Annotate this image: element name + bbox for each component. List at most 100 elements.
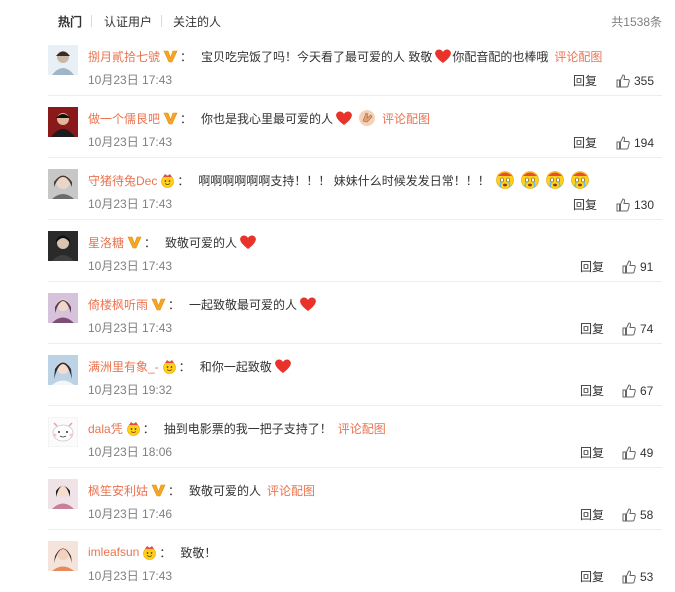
- comment-item: 守猪待兔Dec ： 啊啊啊啊啊啊支持！！！ 妹妹什么时候发发日常！！！ 10月2…: [0, 158, 675, 220]
- thumbs-up-icon: [616, 198, 630, 212]
- verified-v-icon[interactable]: [127, 235, 142, 250]
- colon: ：: [168, 483, 181, 498]
- like-button[interactable]: 67: [622, 383, 653, 399]
- thumbs-up-icon: [622, 260, 636, 274]
- crown-face-badge-icon[interactable]: [142, 545, 157, 560]
- comment-picture-link[interactable]: 评论配图: [338, 420, 386, 437]
- like-count: 49: [640, 446, 654, 460]
- avatar[interactable]: [48, 479, 78, 509]
- like-button[interactable]: 74: [622, 321, 653, 337]
- comment-item: dala凭 ： 抽到电影票的我一把子支持了！ 评论配图 10月23日 18:06…: [0, 406, 675, 468]
- like-button[interactable]: 355: [616, 73, 654, 89]
- username[interactable]: 满洲里有象_-: [88, 358, 159, 375]
- comment-item: 满洲里有象_- ： 和你一起致敬 10月23日 19:32 回复 67: [0, 344, 675, 406]
- colon: ：: [142, 421, 155, 436]
- reply-button[interactable]: 回复: [580, 382, 604, 399]
- avatar[interactable]: [48, 45, 78, 75]
- username[interactable]: 倚楼枫听雨: [88, 296, 148, 313]
- comment-text: 致敬可爱的人: [189, 483, 262, 498]
- comment-text: 和你一起致敬: [199, 359, 272, 374]
- reply-button[interactable]: 回复: [580, 258, 604, 275]
- verified-v-icon[interactable]: [151, 297, 166, 312]
- tab-divider: [91, 15, 92, 27]
- comment-picture-link[interactable]: 评论配图: [382, 110, 430, 127]
- comment-item: 枫笙安利姑 ： 致敬可爱的人 评论配图 10月23日 17:46 回复 58: [0, 468, 675, 530]
- comment-text: 啊啊啊啊啊啊支持！！！ 妹妹什么时候发发日常！！！: [198, 173, 490, 188]
- like-count: 58: [640, 508, 654, 522]
- tab-hot[interactable]: 热门: [58, 13, 82, 30]
- reply-button[interactable]: 回复: [573, 196, 597, 213]
- username[interactable]: 枫笙安利姑: [88, 482, 148, 499]
- comment-time: 10月23日 17:46: [88, 507, 173, 521]
- crying-face-emoji-icon: [520, 170, 540, 190]
- reply-button[interactable]: 回复: [580, 444, 604, 461]
- colon: ：: [144, 235, 157, 250]
- like-count: 74: [640, 322, 654, 336]
- reply-button[interactable]: 回复: [580, 568, 604, 585]
- like-count: 91: [640, 260, 654, 274]
- red-heart-icon: [434, 48, 452, 64]
- avatar[interactable]: [48, 293, 78, 323]
- username[interactable]: 守猪待兔Dec: [88, 172, 157, 189]
- avatar[interactable]: [48, 541, 78, 571]
- verified-v-icon[interactable]: [163, 111, 178, 126]
- verified-v-icon[interactable]: [151, 483, 166, 498]
- tab-divider: [161, 15, 162, 27]
- like-button[interactable]: 91: [622, 259, 653, 275]
- comment-text: 宝贝吃完饭了吗！今天看了最可爱的人 致敬: [201, 49, 433, 64]
- comment-item: 星洛糖 ： 致敬可爱的人 10月23日 17:43 回复 91: [0, 220, 675, 282]
- comment-time: 10月23日 17:43: [88, 135, 173, 149]
- comment-text: 你也是我心里最可爱的人: [201, 111, 334, 126]
- avatar[interactable]: [48, 169, 78, 199]
- colon: ：: [159, 545, 172, 560]
- username[interactable]: imleafsun: [88, 545, 139, 559]
- tab-verified-users[interactable]: 认证用户: [104, 13, 152, 30]
- comment-time: 10月23日 19:32: [88, 383, 173, 397]
- comment-total-count: 共1538条: [611, 15, 662, 29]
- comment-time: 10月23日 17:43: [88, 321, 173, 335]
- comment-picture-link[interactable]: 评论配图: [554, 48, 602, 65]
- like-button[interactable]: 53: [622, 569, 653, 585]
- like-count: 194: [634, 136, 655, 150]
- comment-item: 做一个儒艮吧 ： 你也是我心里最可爱的人 评论配图 10月23日 17:43 回…: [0, 96, 675, 158]
- comment-text: 致敬！: [180, 545, 217, 560]
- red-heart-icon: [274, 358, 292, 374]
- username[interactable]: dala凭: [88, 420, 123, 437]
- avatar[interactable]: [48, 231, 78, 261]
- thumbs-up-icon: [622, 446, 636, 460]
- comment-time: 10月23日 17:43: [88, 73, 173, 87]
- thumbs-up-icon: [622, 322, 636, 336]
- crying-face-emoji-icon: [570, 170, 590, 190]
- verified-v-icon[interactable]: [163, 49, 178, 64]
- avatar[interactable]: [48, 355, 78, 385]
- reply-button[interactable]: 回复: [580, 320, 604, 337]
- crown-face-badge-icon[interactable]: [162, 359, 177, 374]
- avatar[interactable]: [48, 417, 78, 447]
- username[interactable]: 捌月貳拾七號: [88, 48, 160, 65]
- red-heart-icon: [335, 110, 353, 126]
- crown-face-badge-icon[interactable]: [126, 421, 141, 436]
- like-count: 355: [634, 74, 655, 88]
- like-count: 67: [640, 384, 654, 398]
- comment-item: imleafsun ： 致敬！ 10月23日 17:43 回复 53: [0, 530, 675, 592]
- like-count: 53: [640, 570, 654, 584]
- reply-button[interactable]: 回复: [573, 72, 597, 89]
- like-button[interactable]: 49: [622, 445, 653, 461]
- comment-picture-link[interactable]: 评论配图: [267, 482, 315, 499]
- crying-face-emoji-icon: [545, 170, 565, 190]
- username[interactable]: 星洛糖: [88, 234, 124, 251]
- crown-face-badge-icon[interactable]: [160, 173, 175, 188]
- clapping-hands-icon: [358, 109, 376, 127]
- like-button[interactable]: 194: [616, 135, 654, 151]
- like-button[interactable]: 130: [616, 197, 654, 213]
- reply-button[interactable]: 回复: [573, 134, 597, 151]
- comment-time: 10月23日 17:43: [88, 569, 173, 583]
- reply-button[interactable]: 回复: [580, 506, 604, 523]
- avatar[interactable]: [48, 107, 78, 137]
- username[interactable]: 做一个儒艮吧: [88, 110, 160, 127]
- colon: ：: [180, 49, 193, 64]
- like-button[interactable]: 58: [622, 507, 653, 523]
- thumbs-up-icon: [622, 570, 636, 584]
- tab-following[interactable]: 关注的人: [173, 13, 221, 30]
- comment-text: 一起致敬最可爱的人: [189, 297, 298, 312]
